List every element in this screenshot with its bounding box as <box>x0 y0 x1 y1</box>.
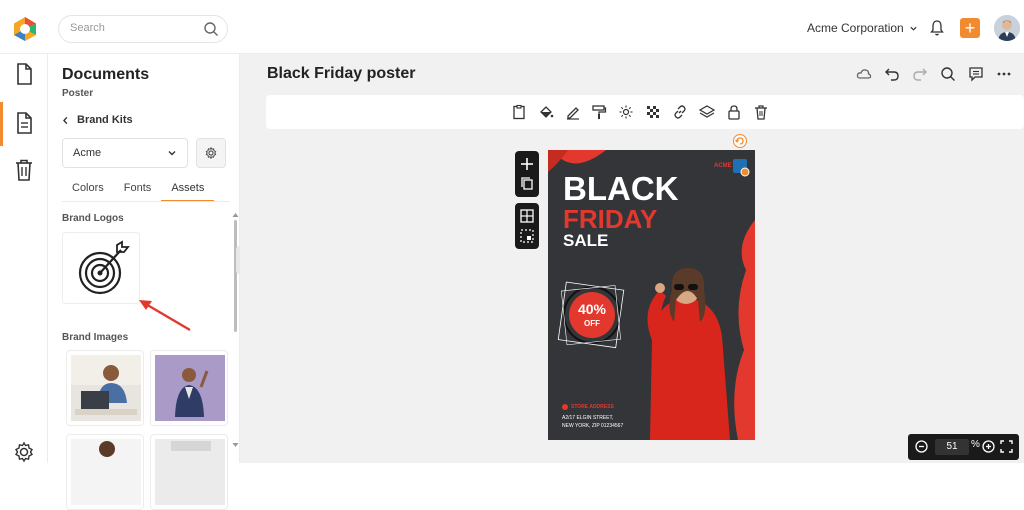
chevron-down-icon <box>910 26 917 31</box>
chevron-down-icon <box>168 151 176 156</box>
poster-address-line1: A2/17 ELGIN STREET, <box>562 415 614 421</box>
poster-discount: 40% <box>577 301 607 317</box>
document-title[interactable]: Black Friday poster <box>267 65 416 83</box>
tab-fonts[interactable]: Fonts <box>114 182 162 202</box>
man-with-laptop-image <box>71 355 141 421</box>
user-avatar[interactable] <box>994 15 1020 41</box>
panel-title: Documents <box>62 66 150 83</box>
poster-brand: ACME <box>714 163 732 169</box>
grid-tools-group <box>515 203 539 249</box>
back-to-brand-kits[interactable]: Brand Kits <box>62 114 133 126</box>
org-switcher[interactable]: Acme Corporation <box>807 21 918 35</box>
clipboard-icon[interactable] <box>511 104 527 120</box>
left-rail <box>0 54 48 463</box>
app-logo-icon[interactable] <box>12 16 38 42</box>
bell-icon[interactable] <box>929 19 945 37</box>
fullscreen-icon[interactable] <box>999 439 1014 454</box>
chevron-left-icon <box>63 116 68 124</box>
editor-canvas: Black Friday poster ACME BLACK FRIDAY SA… <box>240 54 1024 463</box>
layers-icon[interactable] <box>699 104 715 120</box>
settings-icon[interactable] <box>13 440 35 464</box>
person-image <box>71 439 141 505</box>
tab-colors[interactable]: Colors <box>62 182 114 202</box>
brand-image-item[interactable] <box>150 350 228 426</box>
zoom-control: 51 % <box>908 434 1019 460</box>
link-icon[interactable] <box>672 104 688 120</box>
tab-assets[interactable]: Assets <box>161 182 215 202</box>
add-tools-group <box>515 151 539 197</box>
org-name: Acme Corporation <box>807 21 904 35</box>
rotate-icon <box>735 137 744 145</box>
comment-icon[interactable] <box>968 66 984 82</box>
brand-image-item[interactable] <box>150 434 228 510</box>
tab-divider <box>62 201 230 202</box>
rail-active-indicator <box>0 102 3 146</box>
brand-kit-value: Acme <box>73 147 102 159</box>
search-input[interactable] <box>70 22 200 34</box>
vertical-tools <box>515 151 539 255</box>
rotate-handle[interactable] <box>733 134 747 148</box>
notes-icon[interactable] <box>13 111 35 135</box>
zoom-out-icon[interactable] <box>914 439 929 454</box>
pen-icon[interactable] <box>565 104 581 120</box>
back-label: Brand Kits <box>77 114 133 126</box>
poster-line-sale: SALE <box>563 231 609 250</box>
fill-icon[interactable] <box>538 104 554 120</box>
paint-roller-icon[interactable] <box>591 104 607 120</box>
transparency-icon[interactable] <box>645 104 661 120</box>
brightness-icon[interactable] <box>618 104 634 120</box>
create-button[interactable]: + <box>960 18 980 38</box>
top-actions <box>856 66 1012 82</box>
brand-logo-item[interactable] <box>62 232 140 304</box>
search-icon[interactable] <box>203 21 219 37</box>
brand-kit-settings-button[interactable] <box>196 138 226 168</box>
duplicate-page-icon[interactable] <box>515 174 539 194</box>
scroll-up-icon[interactable] <box>232 212 239 218</box>
trash-icon[interactable] <box>13 158 35 182</box>
panel-subtitle: Poster <box>62 88 94 99</box>
lock-icon[interactable] <box>726 104 742 120</box>
document-icon[interactable] <box>13 62 35 86</box>
delete-icon[interactable] <box>753 104 769 120</box>
poster-line-black: BLACK <box>563 170 679 207</box>
zoom-unit: % <box>971 439 980 450</box>
brand-kit-tabs: Colors Fonts Assets <box>62 182 215 202</box>
poster-discount-sub: OFF <box>584 319 600 328</box>
zoom-value[interactable]: 51 <box>935 439 969 455</box>
poster-artboard[interactable]: ACME BLACK FRIDAY SALE 40% OFF STORE ADD… <box>548 150 755 440</box>
top-bar: Acme Corporation + <box>0 0 1024 54</box>
office-image <box>155 439 225 505</box>
search-box[interactable] <box>58 15 228 43</box>
target-logo-icon <box>78 240 130 295</box>
brand-kit-panel: Documents Poster Brand Kits Acme Colors … <box>48 54 240 510</box>
more-icon[interactable] <box>996 66 1012 82</box>
panel-scrollbar[interactable] <box>234 220 237 332</box>
brand-kit-select[interactable]: Acme <box>62 138 188 168</box>
man-pointing-image <box>155 355 225 421</box>
scroll-down-icon[interactable] <box>232 442 239 448</box>
gear-icon <box>205 146 217 160</box>
brand-image-item[interactable] <box>66 434 144 510</box>
cloud-icon[interactable] <box>856 66 872 82</box>
poster-address-title: STORE ADDRESS <box>571 404 614 410</box>
poster-address-line2: NEW YORK, ZIP 01234567 <box>562 423 624 429</box>
brand-logos-title: Brand Logos <box>62 213 124 224</box>
poster-line-friday: FRIDAY <box>563 204 658 234</box>
element-toolbar <box>266 95 1024 129</box>
grid-icon[interactable] <box>515 206 539 226</box>
select-area-icon[interactable] <box>515 226 539 246</box>
brand-images-title: Brand Images <box>62 332 129 343</box>
annotation-arrow <box>139 300 191 332</box>
add-page-icon[interactable] <box>515 154 539 174</box>
search-icon[interactable] <box>940 66 956 82</box>
zoom-in-icon[interactable] <box>981 439 996 454</box>
redo-icon[interactable] <box>912 66 928 82</box>
undo-icon[interactable] <box>884 66 900 82</box>
brand-image-item[interactable] <box>66 350 144 426</box>
